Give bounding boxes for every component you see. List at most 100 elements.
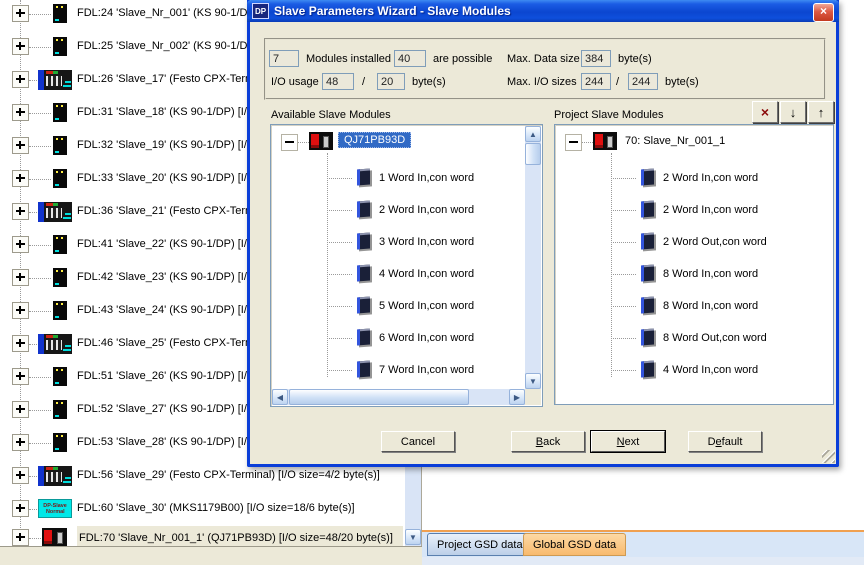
module-item[interactable]: 8 Word In,con word xyxy=(555,293,833,319)
expand-plus-icon[interactable] xyxy=(12,467,29,484)
module-item-label[interactable]: 7 Word In,con word xyxy=(379,364,474,376)
back-button[interactable]: Back xyxy=(511,431,585,452)
expand-plus-icon[interactable] xyxy=(12,203,29,220)
expand-plus-icon[interactable] xyxy=(12,434,29,451)
module-item-label[interactable]: 6 Word In,con word xyxy=(379,332,474,344)
delete-module-icon[interactable]: × xyxy=(752,101,778,123)
tree-row-label[interactable]: FDL:52 'Slave_27' (KS 90-1/DP) [I/ xyxy=(77,403,247,415)
bottom-strip-right xyxy=(422,557,864,565)
expand-plus-icon[interactable] xyxy=(12,500,29,517)
expand-plus-icon[interactable] xyxy=(12,335,29,352)
module-item[interactable]: 4 Word In,con word xyxy=(555,357,833,383)
tree-row-label[interactable]: FDL:70 'Slave_Nr_001_1' (QJ71PB93D) [I/O… xyxy=(77,526,403,546)
expand-plus-icon[interactable] xyxy=(12,104,29,121)
tree-row-label[interactable]: FDL:60 'Slave_30' (MKS1179B00) [I/O size… xyxy=(77,502,355,514)
scrollbar-thumb[interactable] xyxy=(525,143,541,165)
module-item[interactable]: 2 Word In,con word xyxy=(555,165,833,191)
slash-label: / xyxy=(362,76,365,88)
module-item-label[interactable]: 2 Word In,con word xyxy=(663,204,758,216)
move-up-icon[interactable]: ↑ xyxy=(808,101,834,123)
available-vertical-scrollbar[interactable]: ▲ ▼ xyxy=(525,126,541,389)
expand-plus-icon[interactable] xyxy=(12,302,29,319)
available-root-row[interactable]: QJ71PB93D xyxy=(271,131,542,153)
module-item-label[interactable]: 2 Word In,con word xyxy=(379,204,474,216)
cancel-button[interactable]: Cancel xyxy=(381,431,455,452)
module-item-label[interactable]: 4 Word In,con word xyxy=(663,364,758,376)
scrollbar-track[interactable] xyxy=(525,126,541,389)
module-item-label[interactable]: 8 Word Out,con word xyxy=(663,332,767,344)
module-item[interactable]: 5 Word In,con word xyxy=(271,293,542,319)
scrollbar-thumb[interactable] xyxy=(289,389,469,405)
module-item-label[interactable]: 3 Word In,con word xyxy=(379,236,474,248)
default-button[interactable]: Default xyxy=(688,431,762,452)
tree-row-label[interactable]: FDL:25 'Slave_Nr_002' (KS 90-1/DP xyxy=(77,40,255,52)
module-item[interactable]: 4 Word In,con word xyxy=(271,261,542,287)
resize-grip[interactable] xyxy=(822,450,835,463)
expand-plus-icon[interactable] xyxy=(12,529,29,546)
tree-row-label[interactable]: FDL:56 'Slave_29' (Festo CPX-Terminal) [… xyxy=(77,469,380,481)
module-item[interactable]: 1 Word In,con word xyxy=(271,165,542,191)
close-icon[interactable]: × xyxy=(813,3,834,22)
tree-row-label[interactable]: FDL:26 'Slave_17' (Festo CPX-Term xyxy=(77,73,254,85)
expand-plus-icon[interactable] xyxy=(12,170,29,187)
tree-row-label[interactable]: FDL:36 'Slave_21' (Festo CPX-Term xyxy=(77,205,254,217)
module-item[interactable]: 2 Word In,con word xyxy=(271,197,542,223)
module-item-label[interactable]: 8 Word In,con word xyxy=(663,268,758,280)
scroll-down-icon[interactable]: ▼ xyxy=(525,373,541,389)
available-modules-list[interactable]: QJ71PB93D 1 Word In,con word 2 Word In,c… xyxy=(270,124,543,407)
word-module-icon xyxy=(641,265,654,282)
collapse-minus-icon[interactable] xyxy=(281,134,298,151)
tree-row-label[interactable]: FDL:24 'Slave_Nr_001' (KS 90-1/DP xyxy=(77,7,255,19)
collapse-minus-icon[interactable] xyxy=(565,134,582,151)
expand-plus-icon[interactable] xyxy=(12,269,29,286)
project-modules-list[interactable]: 70: Slave_Nr_001_1 2 Word In,con word 2 … xyxy=(554,124,834,405)
expand-plus-icon[interactable] xyxy=(12,71,29,88)
expand-plus-icon[interactable] xyxy=(12,236,29,253)
tree-row-label[interactable]: FDL:53 'Slave_28' (KS 90-1/DP) [I/ xyxy=(77,436,247,448)
expand-plus-icon[interactable] xyxy=(12,5,29,22)
tab-global-gsd-data[interactable]: Global GSD data xyxy=(523,533,626,556)
tree-row-selected[interactable]: FDL:70 'Slave_Nr_001_1' (QJ71PB93D) [I/O… xyxy=(0,526,421,546)
module-item-label[interactable]: 2 Word In,con word xyxy=(663,172,758,184)
scroll-right-icon[interactable]: ▶ xyxy=(509,389,525,405)
module-item[interactable]: 6 Word In,con word xyxy=(271,325,542,351)
expand-plus-icon[interactable] xyxy=(12,401,29,418)
expand-plus-icon[interactable] xyxy=(12,137,29,154)
tree-row-label[interactable]: FDL:46 'Slave_25' (Festo CPX-Term xyxy=(77,337,254,349)
project-root-row[interactable]: 70: Slave_Nr_001_1 xyxy=(555,131,833,153)
module-item-label[interactable]: 1 Word In,con word xyxy=(379,172,474,184)
next-button[interactable]: Next xyxy=(591,431,665,452)
module-item[interactable]: 3 Word In,con word xyxy=(271,229,542,255)
scroll-up-icon[interactable]: ▲ xyxy=(525,126,541,142)
project-root-label[interactable]: 70: Slave_Nr_001_1 xyxy=(625,135,725,147)
tree-row[interactable]: FDL:56 'Slave_29' (Festo CPX-Terminal) [… xyxy=(0,464,421,488)
tree-row-label[interactable]: FDL:33 'Slave_20' (KS 90-1/DP) [I/ xyxy=(77,172,247,184)
module-item-label[interactable]: 2 Word Out,con word xyxy=(663,236,767,248)
move-down-icon[interactable]: ↓ xyxy=(780,101,806,123)
dialog-titlebar[interactable]: DP Slave Parameters Wizard - Slave Modul… xyxy=(247,0,839,22)
tree-row[interactable]: DP-SlaveNormalFDL:60 'Slave_30' (MKS1179… xyxy=(0,497,421,521)
tree-row-label[interactable]: FDL:43 'Slave_24' (KS 90-1/DP) [I/ xyxy=(77,304,247,316)
module-item[interactable]: 2 Word Out,con word xyxy=(555,229,833,255)
tree-row-label[interactable]: FDL:32 'Slave_19' (KS 90-1/DP) [I/ xyxy=(77,139,247,151)
module-item[interactable]: 8 Word Out,con word xyxy=(555,325,833,351)
tree-row-label[interactable]: FDL:51 'Slave_26' (KS 90-1/DP) [I/ xyxy=(77,370,247,382)
expand-plus-icon[interactable] xyxy=(12,38,29,55)
module-item-label[interactable]: 8 Word In,con word xyxy=(663,300,758,312)
word-module-icon xyxy=(641,233,654,250)
scroll-down-icon[interactable]: ▼ xyxy=(405,529,421,545)
available-root-label[interactable]: QJ71PB93D xyxy=(338,132,411,148)
scroll-left-icon[interactable]: ◀ xyxy=(272,389,288,405)
module-item-label[interactable]: 4 Word In,con word xyxy=(379,268,474,280)
tree-row-label[interactable]: FDL:41 'Slave_22' (KS 90-1/DP) [I/ xyxy=(77,238,247,250)
qj71-module-icon xyxy=(309,132,333,150)
tree-row-label[interactable]: FDL:42 'Slave_23' (KS 90-1/DP) [I/ xyxy=(77,271,247,283)
module-item[interactable]: 7 Word In,con word xyxy=(271,357,542,383)
expand-plus-icon[interactable] xyxy=(12,368,29,385)
module-item-label[interactable]: 5 Word In,con word xyxy=(379,300,474,312)
available-horizontal-scrollbar[interactable]: ◀ ▶ xyxy=(272,389,525,405)
module-item[interactable]: 2 Word In,con word xyxy=(555,197,833,223)
tree-row-label[interactable]: FDL:31 'Slave_18' (KS 90-1/DP) [I/ xyxy=(77,106,247,118)
module-item[interactable]: 8 Word In,con word xyxy=(555,261,833,287)
tab-project-gsd-data[interactable]: Project GSD data xyxy=(427,533,533,556)
